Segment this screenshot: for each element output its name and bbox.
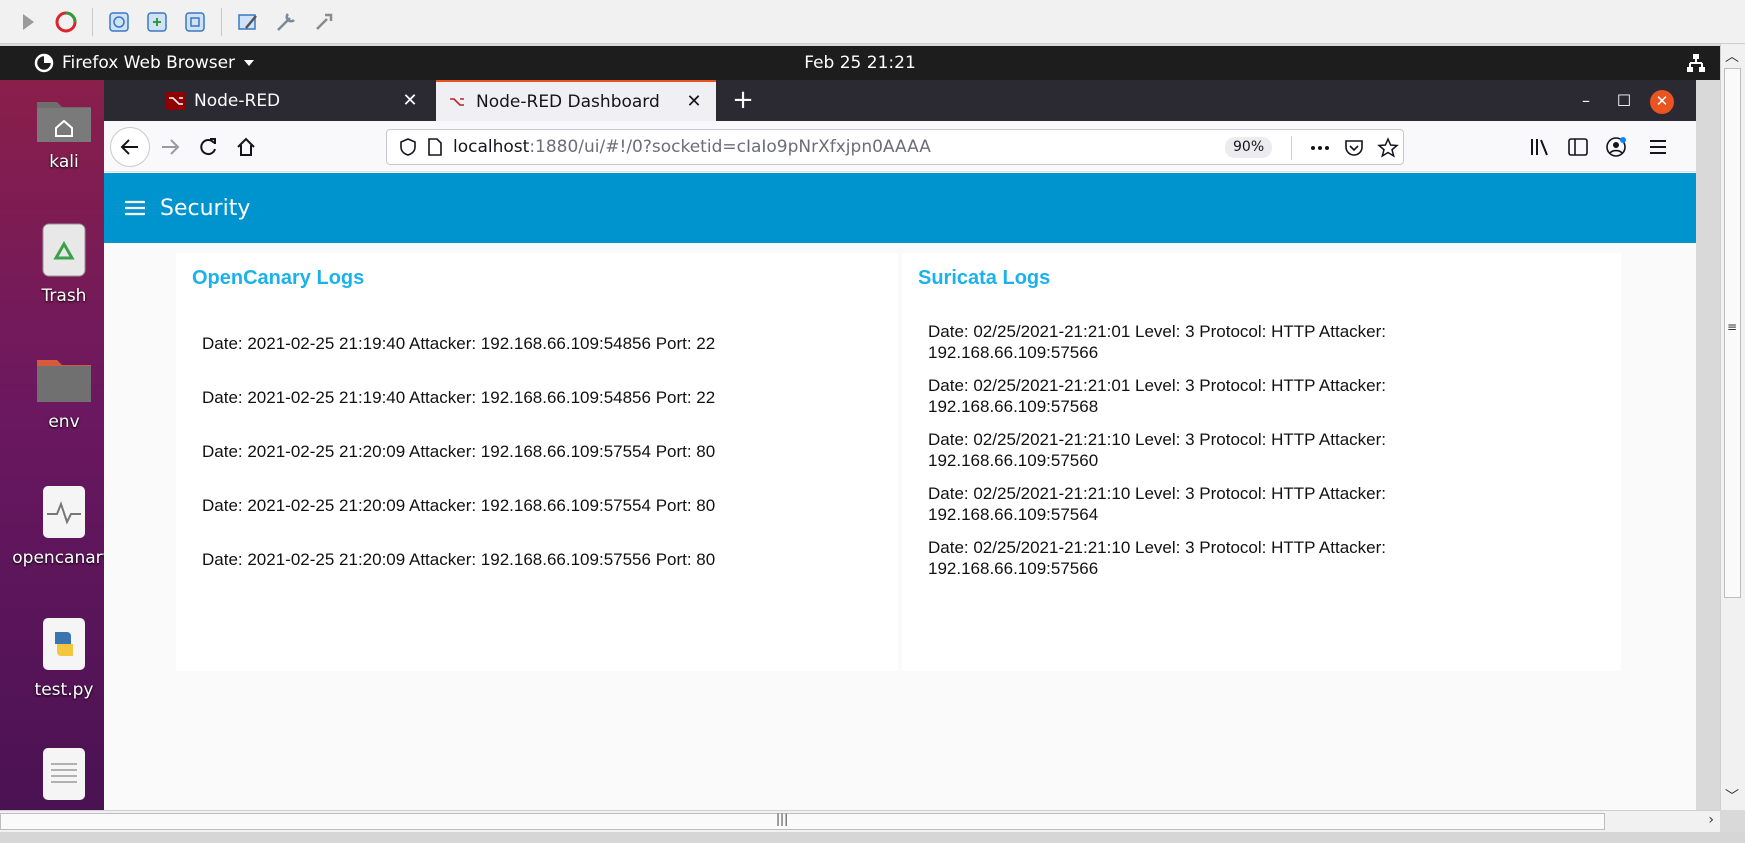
desktop-icon-trash[interactable]: Trash <box>0 222 104 306</box>
desktop: kali Trash env opencanary. test.py <box>0 80 104 810</box>
tab-title: Node-RED <box>194 90 281 111</box>
home-button[interactable] <box>228 129 264 165</box>
tools-icon[interactable] <box>272 8 300 36</box>
log-entry: Date: 2021-02-25 21:19:40 Attacker: 192.… <box>202 388 716 407</box>
shield-icon[interactable] <box>399 137 417 157</box>
page-info-icon[interactable] <box>427 137 443 157</box>
log-entry: Date: 02/25/2021-21:21:01 Level: 3 Proto… <box>928 322 1387 362</box>
card-title: OpenCanary Logs <box>192 267 365 289</box>
log-entry: Date: 02/25/2021-21:21:01 Level: 3 Proto… <box>928 376 1387 416</box>
system-top-bar: Firefox Web Browser Feb 25 21:21 <box>0 46 1720 80</box>
status-strip <box>0 832 1745 843</box>
vertical-scrollbar[interactable]: ︿ ≡ ﹀ <box>1720 44 1745 810</box>
reload-button[interactable] <box>190 129 226 165</box>
trash-icon <box>42 223 86 277</box>
log-entry: Date: 2021-02-25 21:20:09 Attacker: 192.… <box>202 496 716 515</box>
maximize-button[interactable]: ☐ <box>1612 90 1636 114</box>
grip-icon: ≡ <box>1727 320 1738 334</box>
chevron-down-icon <box>244 60 255 66</box>
desktop-icon-label: env <box>48 412 80 432</box>
log-entry: Date: 02/25/2021-21:21:10 Level: 3 Proto… <box>928 484 1387 524</box>
firefox-window: Node-RED ✕ Node-RED Dashboard ✕ + – ☐ ✕ <box>104 80 1696 810</box>
navigation-toolbar: localhost:1880/ui/#!/0?socketid=cIaIo9pN… <box>104 121 1696 172</box>
log-entry: Date: 02/25/2021-21:21:10 Level: 3 Proto… <box>928 430 1387 470</box>
snapshot-icon[interactable] <box>105 8 133 36</box>
url-host: localhost <box>453 137 530 157</box>
url-text[interactable]: localhost:1880/ui/#!/0?socketid=cIaIo9pN… <box>453 137 931 157</box>
scroll-up-icon[interactable]: ︿ <box>1725 46 1739 66</box>
tab-node-red-dashboard[interactable]: Node-RED Dashboard ✕ <box>436 80 716 121</box>
wrench-icon[interactable] <box>310 8 338 36</box>
more-actions-icon[interactable] <box>1309 137 1331 163</box>
tab-bar: Node-RED ✕ Node-RED Dashboard ✕ + – ☐ ✕ <box>104 80 1696 121</box>
desktop-icon-opencanary[interactable]: opencanary. <box>0 484 104 568</box>
log-file-icon <box>43 486 85 538</box>
sidebar-icon[interactable] <box>1560 129 1596 165</box>
desktop-icon-label: opencanary. <box>12 548 104 568</box>
grip-icon: ||| <box>776 812 789 826</box>
scrollbar-thumb[interactable] <box>0 813 1605 830</box>
close-icon[interactable]: ✕ <box>682 91 706 112</box>
zoom-level[interactable]: 90% <box>1225 137 1273 158</box>
text-file-icon <box>43 748 85 800</box>
dashboard-body: OpenCanary Logs Date: 2021-02-25 21:19:4… <box>104 243 1696 810</box>
suricata-logs-card: Suricata Logs Date: 02/25/2021-21:21:01 … <box>902 253 1621 671</box>
node-red-icon <box>448 93 468 111</box>
menu-icon[interactable] <box>1640 129 1676 165</box>
tab-title: Node-RED Dashboard <box>476 91 660 112</box>
tab-node-red[interactable]: Node-RED ✕ <box>154 80 432 121</box>
desktop-icon-document[interactable] <box>0 746 104 802</box>
toolbar-separator <box>92 7 93 36</box>
scroll-right-icon[interactable]: › <box>1708 812 1714 828</box>
url-path: :1880/ui/#!/0?socketid=cIaIo9pNrXfxjpn0A… <box>529 137 931 157</box>
card-title: Suricata Logs <box>918 267 1051 289</box>
host-toolbar <box>0 0 1745 44</box>
node-red-icon <box>166 91 186 110</box>
play-icon[interactable] <box>14 8 42 36</box>
bookmark-star-icon[interactable] <box>1377 137 1399 163</box>
snapshot-manage-icon[interactable] <box>181 8 209 36</box>
desktop-icon-label: test.py <box>34 680 94 700</box>
horizontal-scrollbar[interactable]: ||| › <box>0 810 1720 832</box>
log-entry: Date: 02/25/2021-21:21:10 Level: 3 Proto… <box>928 538 1387 578</box>
python-file-icon <box>43 618 85 670</box>
clock[interactable]: Feb 25 21:21 <box>0 53 1720 73</box>
forward-button[interactable] <box>152 129 188 165</box>
window-close-button[interactable]: ✕ <box>1650 90 1674 114</box>
log-entry: Date: 2021-02-25 21:19:40 Attacker: 192.… <box>202 334 716 353</box>
firefox-icon <box>34 53 54 73</box>
url-separator <box>1291 136 1292 160</box>
minimize-button[interactable]: – <box>1574 90 1598 114</box>
opencanary-logs-card: OpenCanary Logs Date: 2021-02-25 21:19:4… <box>176 253 898 671</box>
close-icon[interactable]: ✕ <box>398 90 422 111</box>
desktop-icon-env[interactable]: env <box>0 354 104 432</box>
pocket-icon[interactable] <box>1343 137 1365 163</box>
desktop-icon-test-py[interactable]: test.py <box>0 616 104 700</box>
log-entry: Date: 2021-02-25 21:20:09 Attacker: 192.… <box>202 550 716 569</box>
log-entry: Date: 2021-02-25 21:20:09 Attacker: 192.… <box>202 442 716 461</box>
desktop-icon-label: Trash <box>41 286 87 306</box>
desktop-icon-kali[interactable]: kali <box>0 94 104 172</box>
edit-settings-icon[interactable] <box>234 8 262 36</box>
page-title: Security <box>160 195 251 221</box>
home-folder-icon <box>37 102 91 142</box>
scroll-down-icon[interactable]: ﹀ <box>1725 786 1739 806</box>
app-name: Firefox Web Browser <box>62 53 236 73</box>
toolbar-separator <box>221 7 222 36</box>
snapshot-take-icon[interactable] <box>143 8 171 36</box>
library-icon[interactable] <box>1522 129 1558 165</box>
new-tab-button[interactable]: + <box>728 86 758 116</box>
url-bar[interactable]: localhost:1880/ui/#!/0?socketid=cIaIo9pN… <box>386 129 1404 165</box>
refresh-icon[interactable] <box>52 8 80 36</box>
hamburger-menu-icon[interactable] <box>124 199 146 221</box>
account-icon[interactable] <box>1598 129 1634 165</box>
back-button[interactable] <box>110 127 150 167</box>
dashboard-header: Security <box>104 173 1696 243</box>
desktop-icon-label: kali <box>49 152 79 172</box>
network-icon[interactable] <box>1686 53 1706 77</box>
app-menu[interactable]: Firefox Web Browser <box>34 53 255 73</box>
folder-icon <box>37 360 91 402</box>
